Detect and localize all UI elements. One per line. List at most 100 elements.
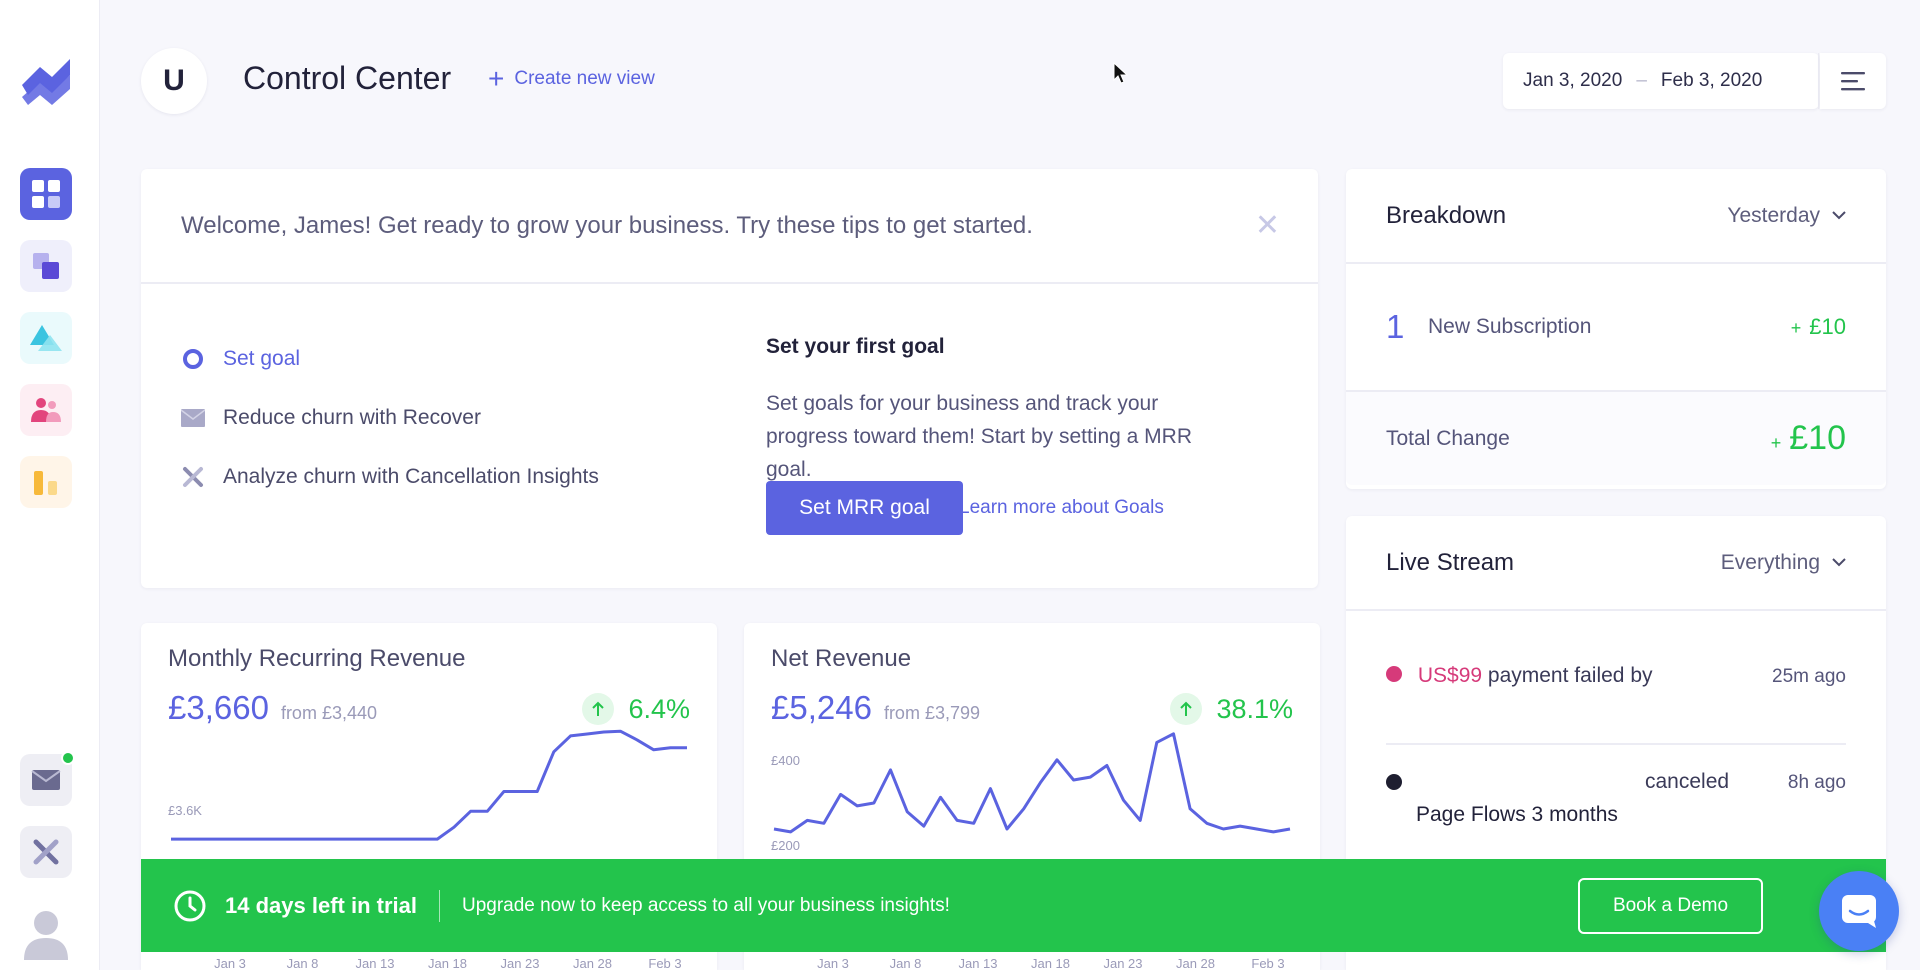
x-tick-label: Jan 13 — [355, 956, 394, 970]
event-text: payment failed by — [1487, 664, 1653, 687]
sidebar-item-recover[interactable] — [20, 751, 75, 806]
x-icon — [181, 466, 205, 488]
filter-value: Everything — [1720, 550, 1820, 574]
sidebar — [0, 0, 100, 970]
create-view-button[interactable]: + Create new view — [488, 63, 655, 94]
bar-chart-icon — [34, 471, 57, 495]
mouse-cursor-icon — [1113, 62, 1129, 84]
trial-days: 14 days left in trial — [225, 892, 417, 918]
event-action: canceled — [1645, 770, 1730, 793]
layers-icon — [33, 253, 59, 279]
total-label: Total Change — [1386, 426, 1510, 450]
tip-label: Set goal — [223, 346, 301, 370]
tip-label: Reduce churn with Recover — [223, 405, 481, 429]
y-tick-label: £400 — [771, 753, 800, 768]
chat-icon — [1842, 895, 1876, 928]
y-tick-label: £3.6K — [168, 803, 202, 818]
trial-banner: 14 days left in trial Upgrade now to kee… — [141, 859, 1886, 952]
learn-more-goals-link[interactable]: Learn more about Goals — [959, 497, 1164, 519]
period-dropdown[interactable]: Yesterday — [1727, 204, 1846, 228]
welcome-text: Welcome, James! Get ready to grow your b… — [181, 211, 1033, 239]
book-demo-button[interactable]: Book a Demo — [1578, 878, 1763, 934]
create-view-label: Create new view — [514, 68, 655, 89]
stream-event[interactable]: US$99 payment failed by 25m ago — [1386, 664, 1846, 688]
breakdown-total: Total Change + £10 — [1346, 392, 1886, 485]
chat-launcher-button[interactable] — [1819, 871, 1899, 951]
event-time: 25m ago — [1772, 666, 1846, 687]
sidebar-item-cancellation-insights[interactable] — [20, 826, 72, 878]
panel-title: Live Stream — [1386, 548, 1515, 576]
set-mrr-goal-button[interactable]: Set MRR goal — [766, 481, 963, 535]
date-range-picker[interactable]: Jan 3, 2020 – Feb 3, 2020 — [1503, 53, 1819, 109]
x-tick-label: Feb 3 — [648, 956, 681, 970]
breakdown-row[interactable]: 1 New Subscription + £10 — [1346, 264, 1886, 392]
metric-amount: £3,660 — [168, 689, 269, 726]
welcome-card: Welcome, James! Get ready to grow your b… — [141, 169, 1318, 588]
date-separator: – — [1636, 70, 1647, 91]
metric-value: £3,660 from £3,440 — [168, 689, 377, 727]
stream-event[interactable]: canceled 8h ago Page Flows 3 months — [1386, 770, 1846, 830]
date-start: Jan 3, 2020 — [1523, 70, 1623, 91]
divider — [1386, 743, 1846, 745]
breakdown-header: Breakdown Yesterday — [1346, 169, 1886, 264]
metric-change: 38.1% — [1170, 693, 1293, 725]
x-tick-label: Jan 3 — [214, 956, 246, 970]
plus-icon: + — [488, 63, 505, 94]
metric-title: Net Revenue — [771, 645, 912, 672]
triangles-icon — [30, 325, 62, 351]
x-tick-label: Jan 8 — [890, 956, 922, 970]
event-text: Page Flows 3 months — [1416, 803, 1618, 826]
arrow-up-icon — [1170, 693, 1203, 725]
amount-value: £10 — [1789, 419, 1846, 457]
event-amount: US$99 — [1417, 664, 1483, 687]
series-line — [171, 729, 687, 841]
dashboard-icon — [32, 180, 60, 208]
event-time: 8h ago — [1787, 772, 1846, 793]
breakdown-count: 1 — [1386, 308, 1405, 345]
tip-analyze-churn[interactable]: Analyze churn with Cancellation Insights — [181, 447, 599, 506]
x-tick-label: Jan 28 — [1176, 956, 1215, 970]
status-dot — [1386, 666, 1402, 682]
x-tick-label: Jan 3 — [817, 956, 849, 970]
cancellation-icon — [33, 839, 59, 865]
breakdown-label: New Subscription — [1428, 315, 1592, 338]
x-tick-label: Jan 28 — [573, 956, 612, 970]
plus-sign: + — [1790, 318, 1802, 338]
sidebar-item-forecast[interactable] — [20, 312, 72, 364]
x-tick-label: Jan 13 — [958, 956, 997, 970]
metric-change-value: 38.1% — [1216, 693, 1293, 724]
radio-icon — [181, 348, 205, 370]
period-value: Yesterday — [1727, 203, 1820, 227]
metric-title: Monthly Recurring Revenue — [168, 645, 466, 672]
sidebar-item-dashboard[interactable] — [20, 168, 72, 220]
notification-dot — [61, 751, 75, 765]
sidebar-item-customers[interactable] — [20, 384, 72, 436]
metric-value: £5,246 from £3,799 — [771, 689, 980, 727]
tip-set-goal[interactable]: Set goal — [181, 329, 599, 388]
live-stream-header: Live Stream Everything — [1346, 516, 1886, 611]
metric-previous: from £3,799 — [883, 703, 980, 723]
divider — [438, 889, 440, 922]
close-icon[interactable]: ✕ — [1255, 211, 1280, 241]
y-tick-label: £200 — [771, 838, 800, 853]
metric-change-value: 6.4% — [628, 693, 690, 724]
amount-value: £10 — [1809, 314, 1846, 339]
breakdown-amount: + £10 — [1791, 314, 1846, 340]
baremetrics-logo-icon[interactable] — [18, 55, 74, 107]
sidebar-item-segments[interactable] — [20, 240, 72, 292]
filter-dropdown[interactable]: Everything — [1721, 551, 1846, 575]
envelope-icon — [181, 408, 205, 427]
goal-title: Set your first goal — [766, 335, 945, 358]
arrow-up-icon — [582, 693, 615, 725]
profile-icon[interactable] — [22, 908, 70, 960]
account-avatar[interactable]: U — [141, 48, 207, 114]
tips-list: Set goal Reduce churn with Recover Analy… — [181, 329, 599, 506]
menu-button[interactable] — [1820, 53, 1886, 109]
date-end: Feb 3, 2020 — [1660, 70, 1763, 91]
chevron-down-icon — [1832, 558, 1846, 567]
tip-reduce-churn[interactable]: Reduce churn with Recover — [181, 388, 599, 447]
clock-icon — [174, 890, 206, 921]
sidebar-item-reports[interactable] — [20, 456, 72, 508]
page-title: Control Center — [243, 60, 452, 96]
x-tick-label: Jan 18 — [428, 956, 467, 970]
